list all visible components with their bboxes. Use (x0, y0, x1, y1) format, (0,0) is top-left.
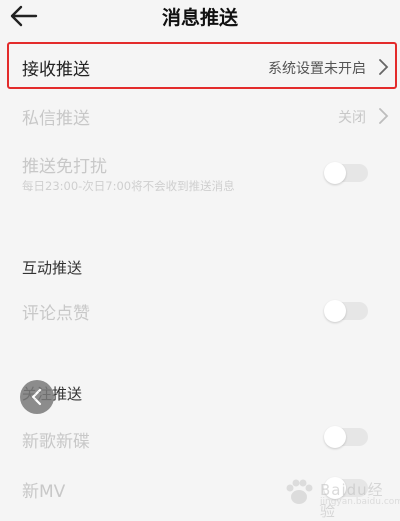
paw-logo-icon (286, 479, 313, 504)
toggle-knob (324, 426, 346, 448)
watermark-subtext: jingyan.baidu.com (320, 497, 400, 507)
new-songs-row: 新歌新碟 (0, 418, 400, 458)
toggle-knob (324, 300, 346, 322)
new-songs-label: 新歌新碟 (22, 432, 90, 452)
watermark: Baidu经验 jingyan.baidu.com (282, 475, 400, 520)
comment-like-toggle[interactable] (324, 300, 368, 322)
new-songs-toggle[interactable] (324, 426, 368, 448)
receive-push-label: 接收推送 (22, 60, 90, 80)
section-title-interaction: 互动推送 (22, 259, 83, 277)
private-message-push-row[interactable]: 私信推送 关闭 (0, 94, 400, 138)
private-message-push-label: 私信推送 (22, 109, 90, 129)
header: 消息推送 (0, 0, 400, 36)
comment-like-label: 评论点赞 (22, 304, 90, 324)
do-not-disturb-description: 每日23:00-次日7:00将不会收到推送消息 (22, 179, 235, 193)
toggle-knob (324, 162, 346, 184)
new-mv-label: 新MV (22, 482, 66, 502)
do-not-disturb-label: 推送免打扰 (22, 157, 107, 177)
do-not-disturb-row: 推送免打扰 每日23:00-次日7:00将不会收到推送消息 (0, 146, 400, 198)
page-title: 消息推送 (161, 7, 238, 29)
comment-like-row: 评论点赞 (0, 290, 400, 330)
floating-back-button[interactable] (20, 380, 54, 414)
chevron-right-icon (379, 108, 389, 124)
receive-push-row[interactable]: 接收推送 系统设置未开启 (0, 44, 400, 88)
chevron-right-icon (379, 59, 389, 75)
private-message-push-status: 关闭 (338, 110, 366, 126)
do-not-disturb-toggle[interactable] (324, 162, 368, 184)
chevron-left-icon (31, 388, 42, 406)
receive-push-status: 系统设置未开启 (268, 61, 366, 77)
